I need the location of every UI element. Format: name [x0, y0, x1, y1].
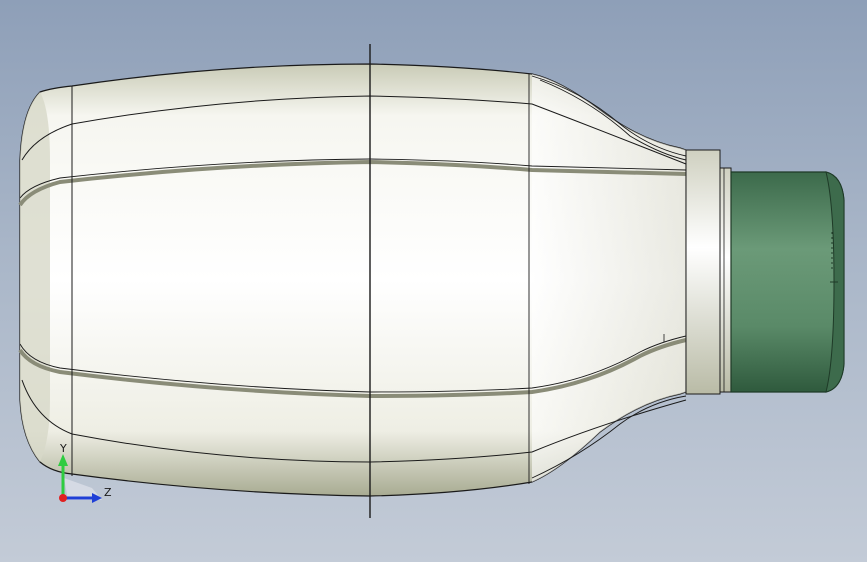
triad-origin [59, 494, 67, 502]
bottle-shoulder [532, 74, 686, 482]
neck-ring [719, 167, 732, 393]
bottle-cap[interactable] [730, 171, 845, 393]
graphics-viewport[interactable]: Y Z [0, 0, 867, 562]
triad-y-label: Y [60, 442, 67, 455]
triad-z-label: Z [104, 486, 112, 499]
body-left-end-shade [20, 92, 50, 462]
bottle-model-view[interactable] [0, 0, 867, 562]
bottle-neck [685, 149, 721, 395]
